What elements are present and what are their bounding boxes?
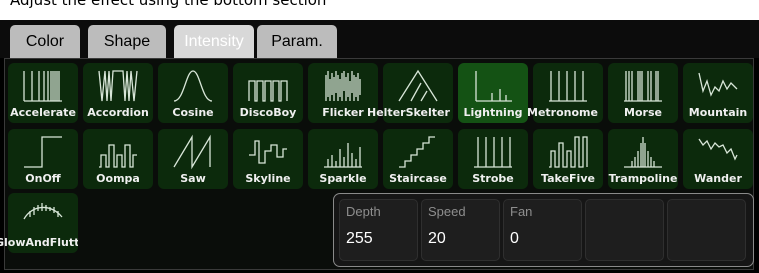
effect-label: Strobe (472, 172, 514, 185)
effect-parameter-bar: Depth 255 Speed 20 Fan 0 (333, 193, 754, 267)
effect-takefive[interactable]: TakeFive (533, 129, 603, 189)
effect-label: Lightning (463, 106, 523, 119)
effect-label: Staircase (389, 172, 447, 185)
effect-helterskelter[interactable]: HelterSkelter (367, 63, 453, 123)
effect-trampoline[interactable]: Trampoline (608, 129, 678, 189)
effect-oompa[interactable]: Oompa (83, 129, 153, 189)
effect-saw[interactable]: Saw (158, 129, 228, 189)
flicker-waveform-icon (325, 71, 361, 101)
staircase-waveform-icon (399, 136, 435, 168)
accelerate-waveform-icon (23, 71, 62, 102)
effect-discoboy[interactable]: DiscoBoy (233, 63, 303, 123)
param-value: 20 (428, 230, 446, 247)
effect-wander[interactable]: Wander (683, 129, 753, 189)
param-name: Speed (428, 204, 466, 219)
effect-staircase[interactable]: Staircase (383, 129, 453, 189)
effect-label: Skyline (245, 172, 291, 185)
effect-skyline[interactable]: Skyline (233, 129, 303, 189)
effect-label: Mountain (688, 106, 748, 119)
effect-label: Trampoline (608, 172, 678, 185)
effect-strobe[interactable]: Strobe (458, 129, 528, 189)
effect-metronome[interactable]: Metronome (527, 63, 603, 123)
tab-param[interactable]: Param. (257, 25, 337, 58)
effect-onoff[interactable]: OnOff (8, 129, 78, 189)
effect-label: Saw (180, 172, 206, 185)
effect-lightning[interactable]: Lightning (458, 63, 528, 123)
effect-label: Cosine (172, 106, 214, 119)
effect-label: Accordion (87, 106, 149, 119)
param-name: Fan (510, 204, 533, 219)
takefive-waveform-icon (549, 136, 588, 168)
effect-label: TakeFive (541, 172, 595, 185)
effect-accordion[interactable]: Accordion (83, 63, 153, 123)
instruction-bar: Adjust the effect using the bottom secti… (0, 0, 759, 20)
effect-label: HelterSkelter (367, 106, 450, 119)
skyline-waveform-icon (249, 140, 287, 164)
param-value: 0 (510, 230, 519, 247)
effect-label: Accelerate (10, 106, 76, 119)
param-fan[interactable]: Fan 0 (503, 199, 582, 261)
cosine-waveform-icon (173, 70, 213, 102)
discoboy-waveform-icon (248, 80, 288, 102)
effect-accelerate[interactable]: Accelerate (8, 63, 78, 123)
effect-label: Wander (694, 172, 742, 185)
effect-label: Sparkle (319, 172, 367, 185)
wander-waveform-icon (698, 138, 738, 161)
param-depth[interactable]: Depth 255 (339, 199, 418, 261)
instruction-text: Adjust the effect using the bottom secti… (10, 0, 327, 9)
trampoline-waveform-icon (624, 137, 662, 168)
tab-bar: Color Shape Intensity Param. (0, 20, 759, 58)
param-value: 255 (346, 230, 373, 247)
effect-mountain[interactable]: Mountain (683, 63, 753, 123)
effect-morse[interactable]: Morse (608, 63, 678, 123)
helterskelter-waveform-icon (398, 69, 438, 102)
effect-label: Morse (624, 106, 662, 119)
effect-label: OnOff (25, 172, 61, 185)
effect-cosine[interactable]: Cosine (158, 63, 228, 123)
param-speed[interactable]: Speed 20 (421, 199, 500, 261)
metronome-waveform-icon (549, 71, 587, 102)
glowandflutter-waveform-icon (23, 203, 63, 220)
oompa-waveform-icon (99, 144, 137, 168)
param-name: Depth (346, 204, 381, 219)
param-empty-slot[interactable] (585, 199, 664, 261)
effect-label: Metronome (527, 106, 598, 119)
effect-sparkle[interactable]: Sparkle (308, 129, 378, 189)
effect-label: Oompa (96, 172, 140, 185)
effect-label: GlowAndFlutter (0, 236, 78, 249)
tab-intensity[interactable]: Intensity (174, 25, 254, 58)
lightning-waveform-icon (475, 71, 512, 102)
accordion-waveform-icon (98, 70, 138, 102)
param-empty-slot[interactable] (667, 199, 746, 261)
sparkle-waveform-icon (324, 143, 362, 168)
tab-shape[interactable]: Shape (88, 25, 166, 58)
mountain-waveform-icon (698, 72, 738, 97)
effect-label: DiscoBoy (239, 106, 297, 119)
saw-waveform-icon (173, 134, 211, 170)
morse-waveform-icon (624, 71, 662, 102)
effect-glowandflutter[interactable]: GlowAndFlutter (0, 193, 78, 253)
strobe-waveform-icon (474, 137, 512, 168)
tab-color[interactable]: Color (10, 25, 80, 58)
onoff-waveform-icon (24, 136, 62, 168)
